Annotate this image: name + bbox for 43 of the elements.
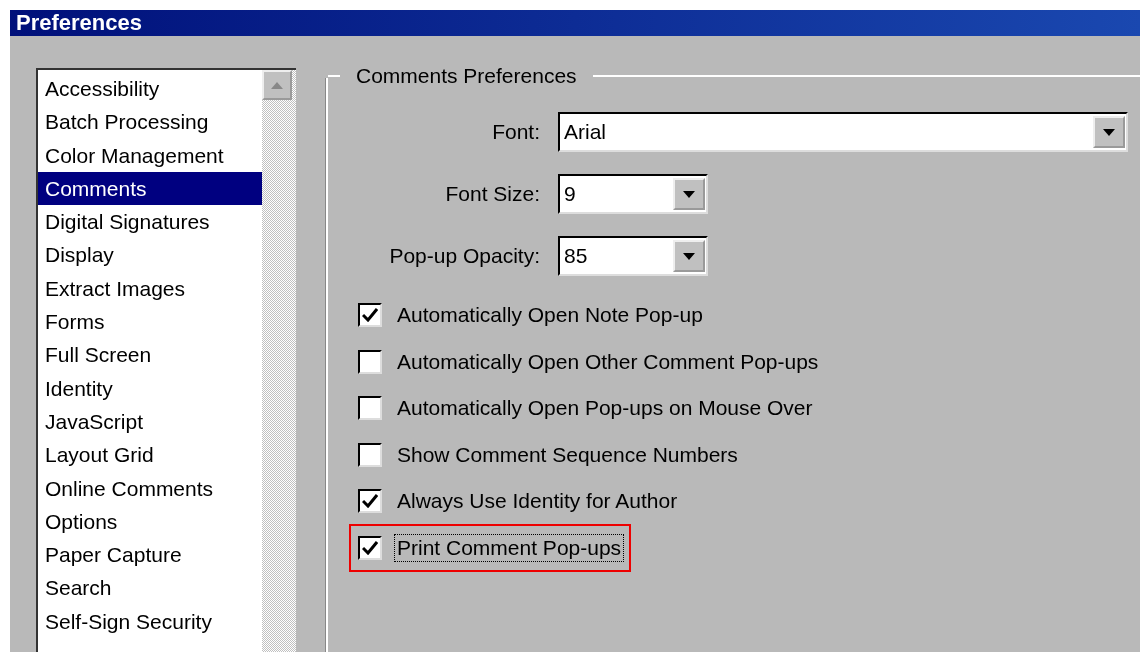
checkbox[interactable]	[358, 535, 382, 560]
category-item[interactable]: Identity	[38, 371, 262, 405]
category-item[interactable]: Digital Signatures	[38, 205, 262, 239]
field-label: Pop-up Opacity:	[388, 244, 541, 268]
field-label: Font Size:	[444, 182, 541, 206]
category-item[interactable]: Options	[38, 504, 262, 539]
dropdown-arrow-icon	[1103, 128, 1115, 136]
category-item[interactable]: Online Comments	[38, 471, 262, 505]
checkbox[interactable]	[358, 349, 382, 374]
category-item[interactable]: Extract Images	[38, 271, 262, 306]
category-item[interactable]: Self-Sign Security	[38, 604, 262, 639]
dropdown-field[interactable]: 85	[558, 236, 708, 276]
checkbox[interactable]	[358, 396, 382, 421]
category-item[interactable]: JavaScript	[38, 404, 262, 439]
scroll-up-button[interactable]	[262, 70, 292, 100]
dropdown-arrow-icon	[683, 252, 695, 260]
checkbox-label[interactable]: Automatically Open Note Pop-up	[394, 301, 706, 330]
scrollbar[interactable]	[262, 70, 296, 652]
category-item[interactable]: Accessibility	[38, 72, 262, 106]
category-item[interactable]: Layout Grid	[38, 438, 262, 472]
checkbox-label[interactable]: Automatically Open Pop-ups on Mouse Over	[394, 394, 816, 423]
up-arrow-icon	[271, 81, 283, 89]
category-item[interactable]: Display	[38, 238, 262, 272]
dropdown-field[interactable]: Arial	[558, 112, 1128, 152]
category-item[interactable]: Comments	[38, 171, 262, 206]
group-title: Comments Preferences	[355, 64, 578, 88]
checkbox[interactable]	[358, 442, 382, 467]
checkbox-label[interactable]: Always Use Identity for Author	[394, 487, 681, 516]
category-item[interactable]: Batch Processing	[38, 105, 262, 139]
checkbox-label[interactable]: Print Comment Pop-ups	[394, 533, 625, 562]
category-item[interactable]: Search	[38, 571, 262, 605]
category-item[interactable]: Color Management	[38, 138, 262, 172]
checkbox-label[interactable]: Automatically Open Other Comment Pop-ups	[394, 347, 822, 376]
category-item[interactable]: Paper Capture	[38, 538, 262, 572]
checkbox[interactable]	[358, 303, 382, 328]
field-label: Font:	[491, 120, 541, 144]
dropdown-field[interactable]: 9	[558, 174, 708, 214]
window-title: Preferences	[16, 10, 142, 36]
category-item[interactable]: Full Screen	[38, 338, 262, 372]
category-item[interactable]: Forms	[38, 305, 262, 339]
checkbox[interactable]	[358, 489, 382, 514]
dropdown-arrow-icon	[683, 190, 695, 198]
checkbox-label[interactable]: Show Comment Sequence Numbers	[394, 440, 741, 469]
